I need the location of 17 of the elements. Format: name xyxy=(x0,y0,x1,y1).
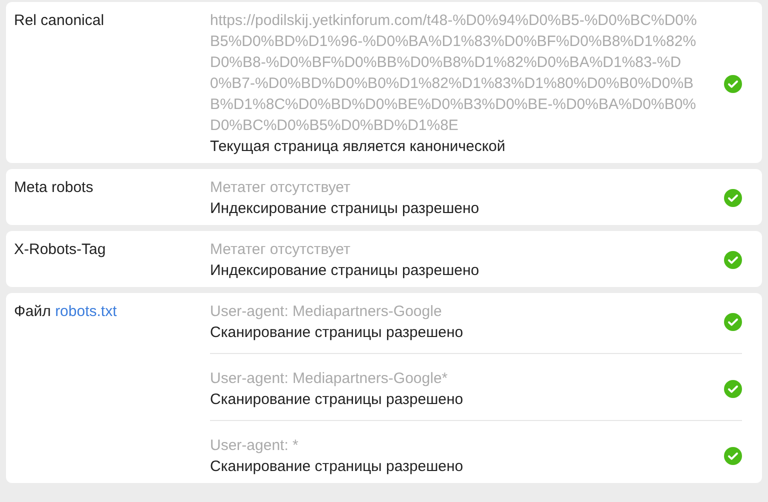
result-text: Индексирование страницы разрешено xyxy=(210,199,480,219)
result-text: Индексирование страницы разрешено xyxy=(210,261,480,281)
result-text: Сканирование страницы разрешено xyxy=(210,390,464,410)
robots-link[interactable]: robots.txt xyxy=(55,303,117,320)
detail-text: Метатег отсутствует xyxy=(210,240,352,260)
row-label: Файл robots.txt xyxy=(14,302,118,322)
result-text: Текущая страница является канонической xyxy=(210,137,506,157)
row-label: X-Robots-Tag xyxy=(14,240,107,260)
row-label: Rel canonical xyxy=(14,11,106,31)
result-text: Сканирование страницы разрешено xyxy=(210,323,464,343)
detail-text: User-agent: Mediapartners-Google* xyxy=(210,369,449,389)
result-text: Сканирование страницы разрешено xyxy=(210,457,464,477)
row-label: Meta robots xyxy=(14,178,94,198)
detail-text: User-agent: Mediapartners-Google xyxy=(210,302,443,322)
detail-text: https://podilskij.yetkinforum.com/t48-%D0%94%D0%B5-%D0%BC%D0%B5%D0%BD%D1%96-%D0%BA%D1%83%D0%BF%D0%B8%D1%82%D0%B8-%D0%BF%D0%BB%D0%B8%D1%82%D0%BA%D1%83-%D0%B7-%D0%BD%D0%B0%D1%82%D1%83%D1%80%D0%B0%D0%BB%D1%8C%D0%BD%D0%BE%D0%B3%D0%BE-%D0%BA%D0%B0%D0%BC%D0%B5%D0%BD%D1%8E xyxy=(210,11,698,136)
detail-text: User-agent: * xyxy=(210,436,300,456)
detail-text: Метатег отсутствует xyxy=(210,178,352,198)
